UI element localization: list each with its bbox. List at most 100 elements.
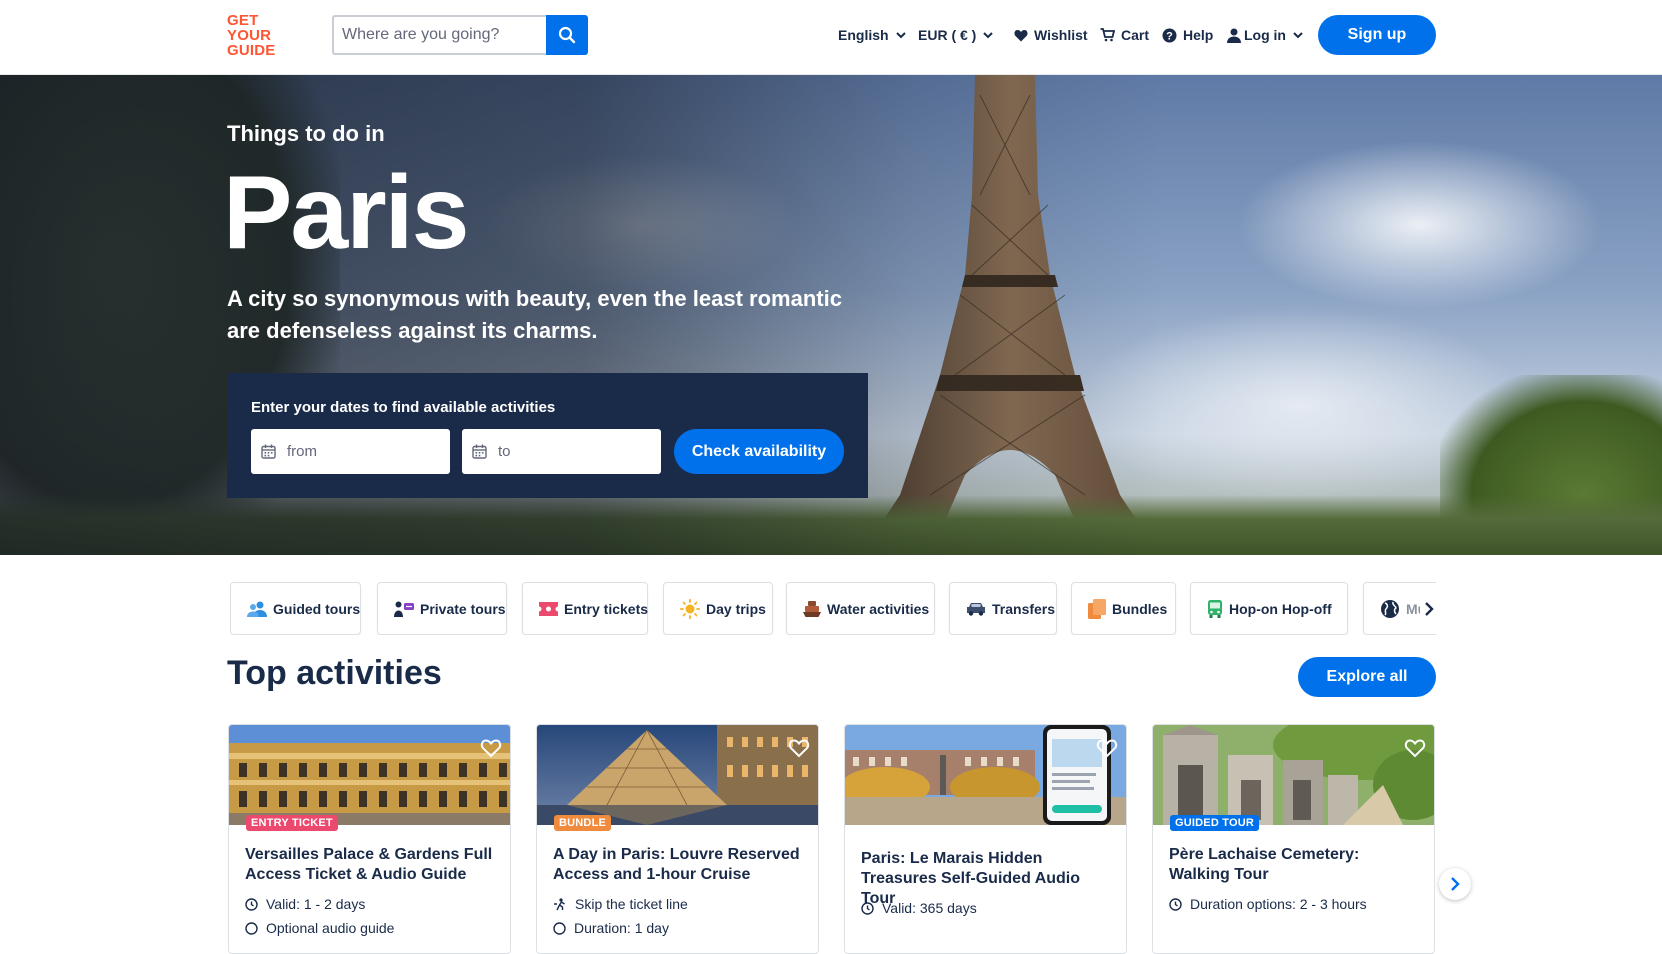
activity-meta: Valid: 365 days — [861, 900, 977, 916]
le-marais-audio-tour-image — [845, 725, 1126, 825]
activity-meta-text: Optional audio guide — [266, 920, 395, 936]
chip-label: Day trips — [706, 600, 766, 617]
ticket-icon — [539, 601, 558, 616]
versailles-palace-image — [229, 725, 510, 825]
activity-meta: Optional audio guide — [245, 920, 394, 936]
clock-icon — [861, 901, 874, 915]
activity-meta-text: Duration options: 2 - 3 hours — [1190, 896, 1367, 912]
cart-icon — [1100, 28, 1115, 42]
explore-all-button[interactable]: Explore all — [1298, 657, 1436, 697]
chip-label: Hop-on Hop-off — [1229, 600, 1332, 617]
activity-meta-text: Skip the ticket line — [575, 896, 688, 912]
search-icon — [558, 26, 576, 44]
activity-title[interactable]: A Day in Paris: Louvre Reserved Access a… — [553, 845, 803, 885]
help-icon: ? — [1162, 28, 1177, 42]
svg-text:?: ? — [1166, 30, 1173, 42]
category-entry-tickets[interactable]: Entry tickets — [522, 582, 648, 635]
date-picker-panel: Enter your dates to find available activ… — [227, 373, 868, 498]
wishlist-heart-icon[interactable] — [1096, 737, 1118, 759]
activity-meta-text: Duration: 1 day — [574, 920, 669, 936]
clock-icon — [553, 921, 566, 935]
date-from-placeholder: from — [287, 443, 317, 460]
heart-icon — [1014, 29, 1028, 41]
currency-selector[interactable]: EUR ( € ) — [918, 23, 994, 47]
chevron-right-icon — [1425, 602, 1434, 616]
activity-meta-text: Valid: 1 - 2 days — [266, 896, 366, 912]
sun-icon — [680, 598, 700, 619]
activity-title[interactable]: Père Lachaise Cemetery: Walking Tour — [1169, 845, 1419, 885]
wishlist-heart-icon[interactable] — [1404, 737, 1426, 759]
signup-button[interactable]: Sign up — [1318, 15, 1436, 55]
chevron-down-icon — [983, 31, 994, 38]
activity-meta: Duration options: 2 - 3 hours — [1169, 896, 1367, 912]
skip-line-icon — [553, 897, 567, 911]
hero-banner: Things to do in Paris A city so synonymo… — [0, 75, 1662, 555]
getyourguide-logo[interactable]: GET YOUR GUIDE — [227, 13, 287, 59]
category-badge: BUNDLE — [554, 815, 612, 831]
chip-label: Entry tickets — [564, 600, 649, 617]
cart-link[interactable]: Cart — [1100, 23, 1149, 47]
globe-icon — [1380, 599, 1400, 619]
language-label: English — [838, 27, 889, 43]
help-link[interactable]: ? Help — [1162, 23, 1213, 47]
login-label: Log in — [1244, 27, 1286, 43]
date-to-field[interactable]: to — [462, 429, 661, 474]
bus-icon — [1207, 599, 1223, 618]
activity-meta: Duration: 1 day — [553, 920, 669, 936]
activity-title[interactable]: Versailles Palace & Gardens Full Access … — [245, 845, 495, 885]
pere-lachaise-cemetery-image — [1153, 725, 1434, 825]
check-availability-button[interactable]: Check availability — [674, 429, 844, 474]
boat-icon — [803, 600, 821, 618]
bundle-icon — [1088, 598, 1106, 619]
clock-icon — [245, 897, 258, 911]
category-guided-tours[interactable]: Guided tours — [230, 582, 361, 635]
category-badge: GUIDED TOUR — [1170, 815, 1260, 831]
chip-label: Transfers — [992, 600, 1056, 617]
logo-line-3: GUIDE — [227, 42, 276, 59]
clock-icon — [1169, 897, 1182, 911]
activity-meta: Skip the ticket line — [553, 896, 688, 912]
chip-label: Bundles — [1112, 600, 1168, 617]
wishlist-heart-icon[interactable] — [480, 737, 502, 759]
chevron-down-icon — [895, 31, 906, 38]
date-picker-label: Enter your dates to find available activ… — [251, 399, 556, 416]
category-water-activities[interactable]: Water activities — [786, 582, 935, 635]
car-icon — [966, 602, 986, 616]
chip-label: Water activities — [827, 600, 930, 617]
chip-label: Private tours — [420, 600, 506, 617]
wishlist-heart-icon[interactable] — [788, 737, 810, 759]
wishlist-link[interactable]: Wishlist — [1014, 23, 1088, 47]
people-icon — [247, 601, 267, 617]
category-transfers[interactable]: Transfers — [949, 582, 1057, 635]
user-icon — [1227, 28, 1241, 43]
calendar-icon — [261, 444, 276, 459]
calendar-icon — [472, 444, 487, 459]
logo-line-2: YOUR — [227, 27, 272, 44]
wishlist-label: Wishlist — [1034, 27, 1088, 43]
top-activities-heading: Top activities — [227, 654, 442, 692]
hero-pretitle: Things to do in — [227, 121, 385, 146]
cart-label: Cart — [1121, 27, 1150, 43]
private-guide-icon — [394, 601, 414, 617]
carousel-next-button[interactable] — [1439, 868, 1471, 900]
chip-label: Guided tours — [273, 600, 361, 617]
language-selector[interactable]: English — [838, 23, 906, 47]
activity-meta-text: Valid: 365 days — [882, 900, 977, 916]
category-hop-on-hop-off[interactable]: Hop-on Hop-off — [1190, 582, 1348, 635]
date-from-field[interactable]: from — [251, 429, 450, 474]
category-day-trips[interactable]: Day trips — [663, 582, 773, 635]
login-menu[interactable]: Log in — [1227, 23, 1303, 47]
category-chips: Guided tours Private tours Entry tickets… — [230, 582, 1436, 635]
search-input[interactable] — [332, 15, 546, 55]
hero-title: Paris — [223, 155, 469, 271]
category-badge: ENTRY TICKET — [246, 815, 338, 831]
chevron-down-icon — [1293, 31, 1303, 38]
search-button[interactable] — [546, 15, 588, 55]
category-private-tours[interactable]: Private tours — [377, 582, 507, 635]
category-bundles[interactable]: Bundles — [1071, 582, 1176, 635]
activity-meta: Valid: 1 - 2 days — [245, 896, 365, 912]
hero-description: A city so synonymous with beauty, even t… — [227, 286, 842, 343]
louvre-pyramid-image — [537, 725, 818, 825]
chips-scroll-right-button[interactable] — [1420, 595, 1438, 623]
date-to-placeholder: to — [498, 443, 511, 460]
